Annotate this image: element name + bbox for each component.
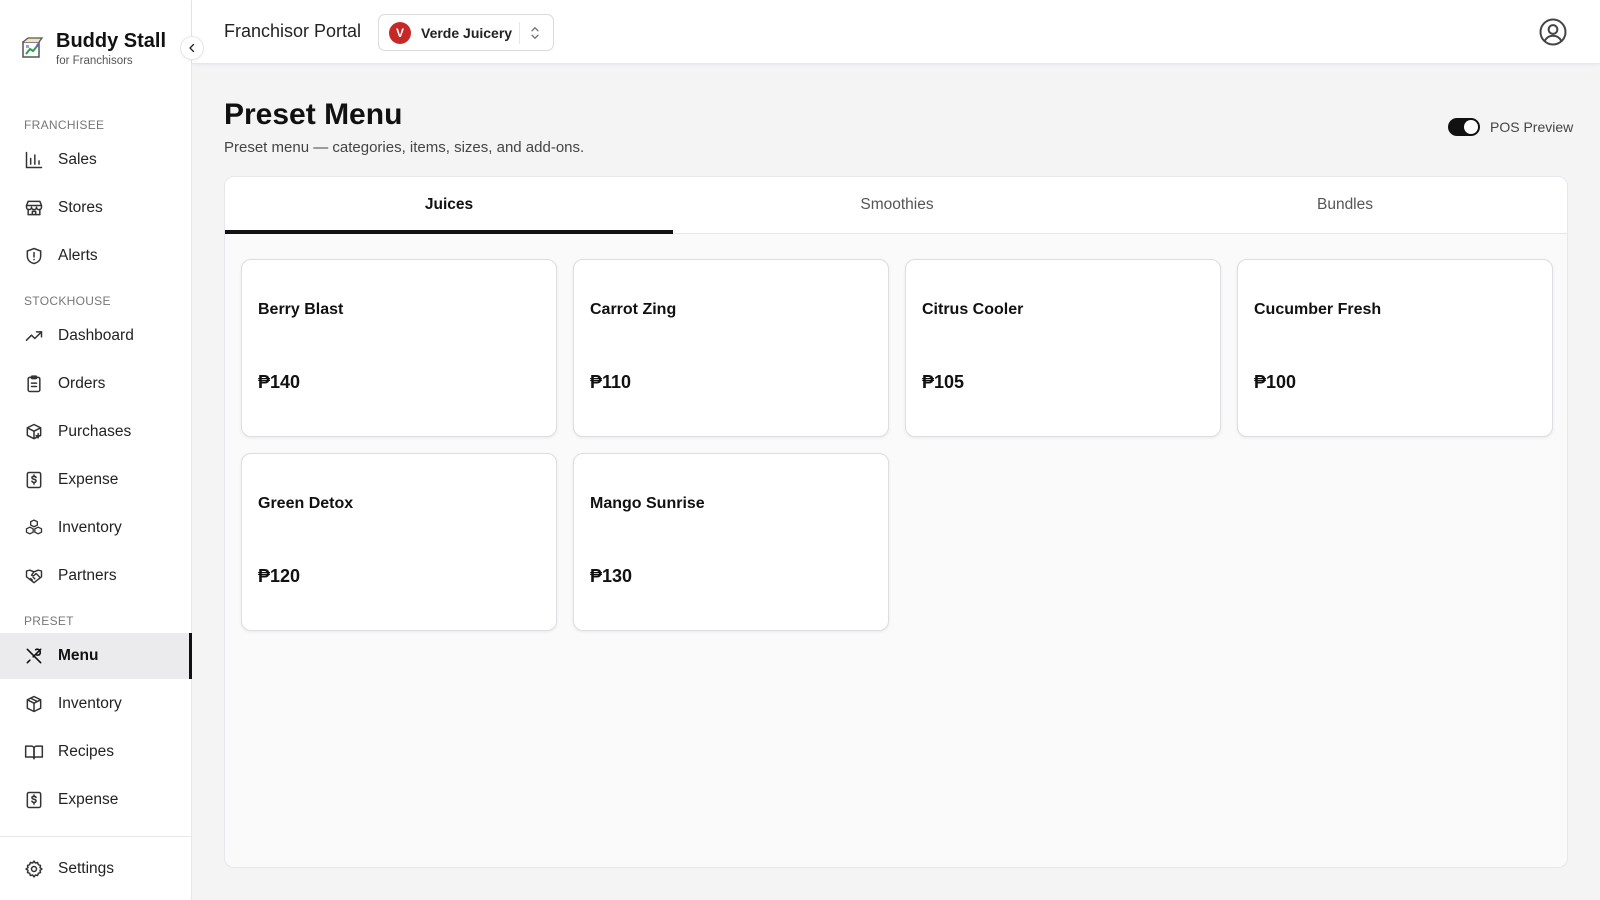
- page-title: Preset Menu: [224, 98, 403, 131]
- receipt-icon: [24, 470, 44, 490]
- item-name: Green Detox: [258, 495, 354, 512]
- menu-item-card[interactable]: Carrot Zing ₱110: [573, 259, 889, 437]
- gear-icon: [24, 859, 44, 879]
- sidebar-item-orders[interactable]: Orders: [0, 361, 192, 407]
- receipt-icon: [24, 790, 44, 810]
- item-price: ₱100: [1254, 372, 1297, 392]
- menu-item-card[interactable]: Green Detox ₱120: [241, 453, 557, 631]
- sidebar-item-dashboard[interactable]: Dashboard: [0, 313, 192, 359]
- user-account-icon[interactable]: [1538, 17, 1568, 47]
- book-icon: [24, 742, 44, 762]
- pos-preview-toggle[interactable]: POS Preview: [1448, 118, 1573, 136]
- tab-smoothies[interactable]: Smoothies: [673, 177, 1121, 233]
- boxes-icon: [24, 518, 44, 538]
- sidebar-item-label: Orders: [58, 375, 106, 392]
- sidebar: Buddy Stall for Franchisors FRANCHISEE S…: [0, 0, 192, 900]
- sidebar-item-menu[interactable]: Menu: [0, 633, 192, 679]
- brand[interactable]: Buddy Stall for Franchisors: [20, 28, 166, 67]
- brand-subtitle: for Franchisors: [56, 55, 133, 67]
- sidebar-item-label: Expense: [58, 791, 119, 808]
- sidebar-item-label: Settings: [58, 860, 115, 877]
- brand-selector[interactable]: V Verde Juicery: [378, 14, 554, 51]
- sidebar-item-preset-expense[interactable]: Expense: [0, 777, 192, 823]
- sidebar-item-alerts[interactable]: Alerts: [0, 233, 192, 279]
- sidebar-collapse-button[interactable]: [180, 36, 204, 60]
- sidebar-item-label: Dashboard: [58, 327, 134, 344]
- section-title-preset: PRESET: [24, 614, 74, 628]
- item-price: ₱130: [590, 566, 633, 586]
- menu-item-card[interactable]: Cucumber Fresh ₱100: [1237, 259, 1553, 437]
- toggle-knob: [1464, 120, 1478, 134]
- shield-alert-icon: [24, 246, 44, 266]
- sidebar-item-label: Inventory: [58, 695, 122, 712]
- sidebar-item-preset-inventory[interactable]: Inventory: [0, 681, 192, 727]
- sidebar-item-label: Menu: [58, 647, 99, 664]
- category-tabs: Juices Smoothies Bundles: [225, 177, 1567, 234]
- sidebar-item-label: Alerts: [58, 247, 98, 264]
- selector-divider: [519, 22, 520, 44]
- item-name: Berry Blast: [258, 301, 344, 318]
- utensils-icon: [24, 646, 44, 666]
- sidebar-item-recipes[interactable]: Recipes: [0, 729, 192, 775]
- sidebar-divider: [0, 836, 192, 837]
- sidebar-item-label: Recipes: [58, 743, 114, 760]
- sidebar-item-sales[interactable]: Sales: [0, 137, 192, 183]
- sidebar-item-label: Sales: [58, 151, 97, 168]
- page-subtitle: Preset menu — categories, items, sizes, …: [224, 139, 585, 156]
- sidebar-item-label: Expense: [58, 471, 119, 488]
- sidebar-item-label: Purchases: [58, 423, 132, 440]
- sidebar-item-label: Partners: [58, 567, 117, 584]
- brand-name: Buddy Stall: [56, 30, 167, 52]
- pos-preview-label: POS Preview: [1490, 119, 1574, 135]
- brand-logo-icon: [22, 37, 44, 58]
- item-name: Citrus Cooler: [922, 301, 1024, 318]
- menu-item-card[interactable]: Berry Blast ₱140: [241, 259, 557, 437]
- sidebar-item-purchases[interactable]: Purchases: [0, 409, 192, 455]
- menu-item-card[interactable]: Citrus Cooler ₱105: [905, 259, 1221, 437]
- sidebar-item-settings[interactable]: Settings: [0, 846, 192, 892]
- tab-juices[interactable]: Juices: [225, 177, 673, 234]
- trending-up-icon: [24, 326, 44, 346]
- chevron-left-icon: [189, 43, 195, 53]
- sidebar-item-partners[interactable]: Partners: [0, 553, 192, 599]
- item-name: Cucumber Fresh: [1254, 301, 1382, 318]
- tab-bundles[interactable]: Bundles: [1121, 177, 1567, 233]
- top-header: Franchisor Portal V Verde Juicery: [192, 0, 1600, 64]
- box-icon: [24, 694, 44, 714]
- menu-item-card[interactable]: Mango Sunrise ₱130: [573, 453, 889, 631]
- package-plus-icon: [24, 422, 44, 442]
- sidebar-item-expense[interactable]: Expense: [0, 457, 192, 503]
- bar-chart-icon: [24, 150, 44, 170]
- sidebar-item-stores[interactable]: Stores: [0, 185, 192, 231]
- clipboard-icon: [24, 374, 44, 394]
- sidebar-item-label: Stores: [58, 199, 103, 216]
- section-title-franchisee: FRANCHISEE: [24, 118, 105, 132]
- sidebar-item-label: Inventory: [58, 519, 122, 536]
- menu-panel: Juices Smoothies Bundles Berry Blast ₱14…: [224, 176, 1568, 868]
- toggle-switch[interactable]: [1448, 118, 1480, 136]
- brand-avatar: V: [389, 21, 411, 44]
- item-price: ₱105: [922, 372, 965, 392]
- handshake-icon: [24, 566, 44, 586]
- section-title-stockhouse: STOCKHOUSE: [24, 294, 111, 308]
- store-icon: [24, 198, 44, 218]
- item-name: Carrot Zing: [590, 301, 677, 318]
- chevrons-up-down-icon: [531, 27, 539, 39]
- item-price: ₱110: [590, 372, 632, 392]
- brand-selector-name: Verde Juicery: [421, 24, 513, 41]
- item-price: ₱120: [258, 566, 301, 586]
- item-name: Mango Sunrise: [590, 495, 705, 512]
- portal-title: Franchisor Portal: [224, 21, 362, 41]
- item-price: ₱140: [258, 372, 301, 392]
- sidebar-item-inventory[interactable]: Inventory: [0, 505, 192, 551]
